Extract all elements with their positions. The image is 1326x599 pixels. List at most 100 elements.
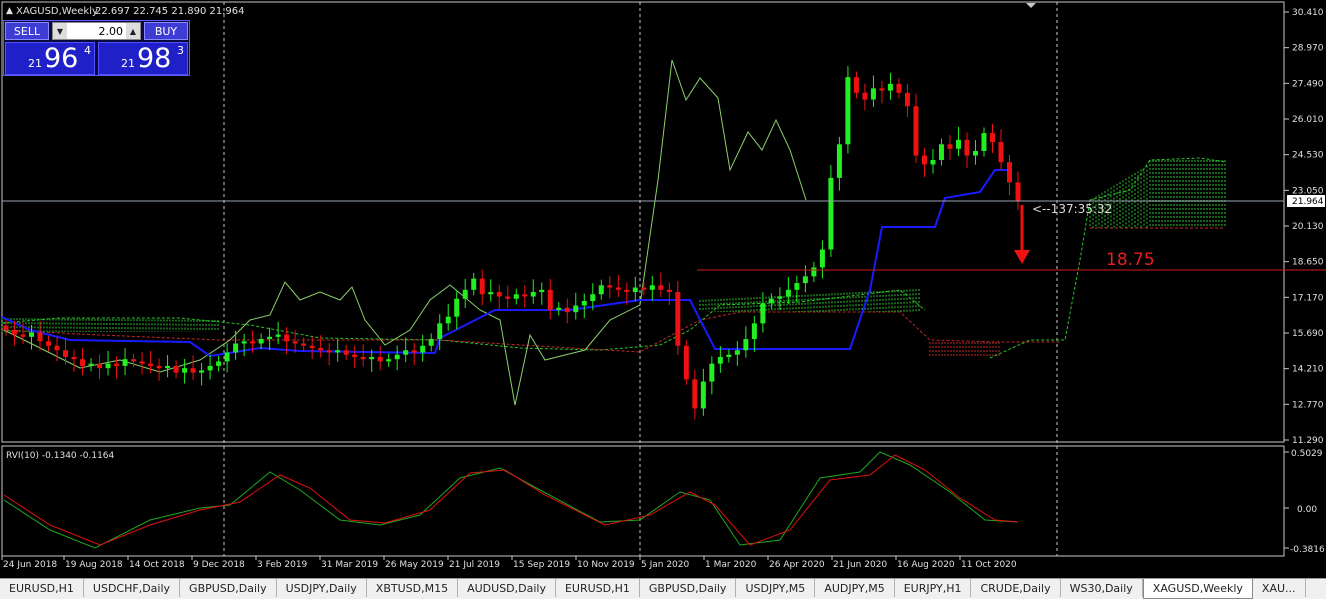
price-chart[interactable]: ▲ XAGUSD,Weekly 22.697 22.745 21.890 21.… (0, 0, 1326, 578)
time-tick-label: 11 Oct 2020 (961, 560, 1017, 570)
candle-body (683, 345, 689, 380)
candle-body (700, 381, 706, 409)
time-tick-label: 5 Jan 2020 (641, 560, 689, 570)
shift-marker-icon[interactable] (1026, 3, 1036, 8)
candle-body (445, 316, 451, 324)
tab-xbtusd-m15[interactable]: XBTUSD,M15 (367, 579, 459, 597)
time-tick-label: 31 Mar 2019 (321, 560, 378, 570)
candle-body (122, 359, 128, 366)
candle-body (802, 276, 808, 284)
tab-xagusd-weekly[interactable]: XAGUSD,Weekly (1142, 579, 1253, 599)
candle-body (292, 341, 298, 344)
candle-body (386, 359, 392, 362)
price-tick-label: 15.690 (1292, 329, 1324, 339)
candle-body (726, 354, 732, 357)
candle-body (352, 354, 358, 357)
target-level-label: 18.75 (1106, 250, 1155, 270)
candle-body (607, 285, 613, 288)
tab-crude-daily[interactable]: CRUDE,Daily (971, 579, 1061, 597)
candle-body (522, 294, 528, 297)
candle-body (241, 341, 247, 344)
chart-collapse-icon[interactable]: ▲ (6, 6, 13, 16)
tab-ws30-daily[interactable]: WS30,Daily (1061, 579, 1143, 597)
rvi-signal-line (3, 454, 1019, 546)
tab-usdjpy-m5[interactable]: USDJPY,M5 (736, 579, 816, 597)
ask-price-button[interactable]: 21 98 3 (98, 42, 188, 75)
time-tick-label: 19 Aug 2018 (65, 560, 123, 570)
candle-body (989, 133, 995, 143)
candle-body (530, 292, 536, 297)
tab-eurjpy-h1[interactable]: EURJPY,H1 (895, 579, 972, 597)
candle-body (972, 151, 978, 156)
candle-body (488, 292, 494, 295)
time-axis[interactable]: 24 Jun 2018 19 Aug 2018 14 Oct 2018 9 Dec 2… (1, 556, 1017, 570)
candle-body (598, 285, 604, 295)
candle-body (709, 363, 715, 382)
sell-arrow-icon (1014, 205, 1030, 264)
candle-body (29, 332, 35, 337)
lot-size-input[interactable] (67, 24, 126, 38)
lot-decrease-icon[interactable]: ▼ (53, 23, 67, 39)
time-tick-label: 26 May 2019 (385, 560, 444, 570)
kijun-sen-line (1, 169, 1010, 358)
candle-body (1015, 182, 1021, 202)
price-tick-label: 30.410 (1292, 8, 1324, 18)
candle-body (139, 361, 145, 364)
lot-size-stepper: ▼ ▲ (52, 22, 141, 40)
candle-body (819, 249, 825, 268)
tab-gbpusd-daily[interactable]: GBPUSD,Daily (180, 579, 277, 597)
indicator-label: RVI(10) -0.1340 -0.1164 (6, 451, 115, 461)
candle-body (785, 289, 791, 297)
bid-price-button[interactable]: 21 96 4 (5, 42, 95, 75)
candle-body (811, 267, 817, 277)
price-tick-label: 12.770 (1292, 400, 1324, 410)
candle-body (981, 133, 987, 152)
bid-price-prefix: 21 (28, 57, 42, 70)
ohlc-values: 22.697 22.745 21.890 21.964 (95, 6, 245, 17)
tab-eurusd-h1[interactable]: EURUSD,H1 (556, 579, 640, 597)
tab-usdchf-daily[interactable]: USDCHF,Daily (84, 579, 181, 597)
time-tick-label: 26 Apr 2020 (769, 560, 825, 570)
candle-body (505, 296, 511, 299)
candle-body (156, 365, 162, 369)
main-chart-frame (1, 1, 1285, 443)
candle-body (547, 289, 553, 310)
tab-audusd-daily[interactable]: AUDUSD,Daily (458, 579, 556, 597)
price-tick-label: 17.170 (1292, 293, 1324, 303)
candle-body (862, 92, 868, 100)
candle-body (233, 343, 239, 353)
time-tick-label: 3 Feb 2019 (257, 560, 308, 570)
candle-body (369, 356, 375, 360)
tab-eurusd-h1[interactable]: EURUSD,H1 (0, 579, 84, 597)
buy-button[interactable]: BUY (144, 22, 188, 40)
candle-body (471, 278, 477, 290)
tab-usdjpy-daily[interactable]: USDJPY,Daily (277, 579, 367, 597)
tab-audjpy-m5[interactable]: AUDJPY,M5 (815, 579, 895, 597)
price-tick-label: 27.490 (1292, 79, 1324, 89)
candle-body (581, 300, 587, 306)
tab-gbpusd-daily[interactable]: GBPUSD,Daily (640, 579, 737, 597)
candle-body (301, 343, 307, 346)
candle-body (360, 356, 366, 360)
candle-body (182, 368, 188, 373)
candle-body (496, 292, 502, 297)
symbol-info: XAGUSD,Weekly (16, 6, 98, 17)
candle-body (403, 350, 409, 355)
price-axis[interactable]: 30.410 28.970 27.490 26.010 24.530 23.050 20.1… (1284, 8, 1324, 446)
bid-price-point: 4 (84, 44, 91, 57)
candle-body (870, 88, 876, 100)
candle-body (437, 323, 443, 340)
candle-body (760, 303, 766, 324)
candle-body (998, 142, 1004, 163)
price-tick-label: 23.050 (1292, 186, 1324, 196)
tab-xau[interactable]: XAU... (1253, 579, 1306, 597)
candle-body (573, 305, 579, 313)
candle-body (428, 339, 434, 346)
candle-body (63, 350, 69, 357)
indicator-frame (1, 445, 1285, 557)
candle-body (947, 144, 953, 149)
lot-increase-icon[interactable]: ▲ (126, 23, 140, 39)
candle-body (743, 339, 749, 351)
candle-body (224, 352, 230, 362)
sell-button[interactable]: SELL (5, 22, 49, 40)
